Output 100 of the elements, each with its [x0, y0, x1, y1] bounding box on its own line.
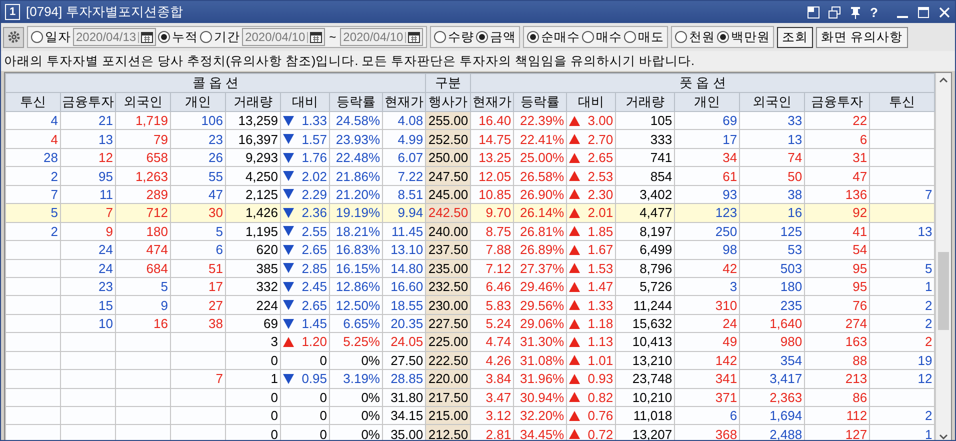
- table-cell: 1,719: [116, 112, 170, 130]
- radio-option[interactable]: 천원: [675, 28, 716, 46]
- radio-option[interactable]: 수량: [434, 28, 474, 46]
- pin-icon[interactable]: [849, 6, 862, 18]
- table-cell: 27.37%: [514, 259, 567, 278]
- change-value: 2.85: [302, 260, 327, 277]
- strike-price-cell: 212.50: [426, 424, 471, 440]
- calendar-icon[interactable]: [138, 32, 154, 42]
- table-cell: 14.80: [382, 259, 426, 278]
- table-cell: 5: [116, 277, 170, 296]
- change-value: 2.53: [588, 168, 614, 185]
- table-cell: 0: [280, 406, 330, 425]
- table-cell: 24.58%: [330, 112, 382, 130]
- column-header[interactable]: 외국인: [740, 92, 805, 112]
- table-cell: 4: [6, 130, 60, 148]
- table-cell: 13: [740, 130, 805, 148]
- table-cell: 69: [674, 112, 740, 130]
- column-header[interactable]: 행사가: [426, 92, 471, 112]
- change-value: 1.45: [302, 315, 327, 332]
- column-header[interactable]: 개인: [674, 92, 740, 112]
- table-cell: 980: [740, 332, 805, 352]
- table-cell: 5.25%: [330, 332, 382, 352]
- column-header[interactable]: 대비: [566, 92, 616, 112]
- maximize-icon[interactable]: [917, 6, 930, 18]
- column-header[interactable]: 투신: [870, 92, 935, 112]
- table-cell: 95: [804, 277, 870, 296]
- strike-price-cell: 227.50: [426, 314, 471, 333]
- table-cell: 7: [870, 185, 935, 204]
- table-cell: 385: [226, 259, 280, 278]
- table-cell: 5: [170, 222, 226, 241]
- group-header: 풋 옵 션: [470, 74, 935, 92]
- settings-button[interactable]: [3, 26, 24, 48]
- table-cell: 12: [870, 370, 935, 388]
- date-field[interactable]: 2020/04/10: [242, 28, 326, 46]
- scroll-up-icon[interactable]: [939, 77, 948, 83]
- table-cell: 12.50%: [330, 296, 382, 314]
- table-cell: 12.86%: [330, 277, 382, 296]
- table-cell: 354: [740, 351, 805, 370]
- column-header[interactable]: 투신: [6, 92, 60, 112]
- table-cell: 368: [674, 424, 740, 440]
- table-cell: 11,018: [616, 406, 675, 425]
- table-cell: 4.99: [382, 130, 426, 148]
- table-cell: 9.70: [470, 204, 514, 222]
- column-header[interactable]: 현재가: [470, 92, 514, 112]
- table-cell: 22.41%: [514, 130, 567, 148]
- column-header[interactable]: 대비: [280, 92, 330, 112]
- table-cell: 1: [870, 277, 935, 296]
- calendar-icon[interactable]: [307, 32, 322, 42]
- table-cell: 31.96%: [514, 370, 567, 388]
- strike-price-cell: 252.50: [426, 130, 471, 148]
- help-button[interactable]: ?: [870, 4, 878, 20]
- table-cell: 6.46: [470, 277, 514, 296]
- table-cell: 33: [740, 112, 805, 130]
- radio-option[interactable]: 기간: [200, 28, 240, 46]
- table-cell: 31: [804, 148, 870, 167]
- toolbar-button[interactable]: 조회: [777, 26, 814, 48]
- column-header[interactable]: 거래량: [616, 92, 675, 112]
- calendar-icon[interactable]: [405, 32, 420, 42]
- radio-option[interactable]: 금액: [476, 28, 516, 46]
- table-cell: 29.46%: [514, 277, 567, 296]
- column-header[interactable]: 등락률: [330, 92, 382, 112]
- column-header[interactable]: 현재가: [382, 92, 426, 112]
- table-cell: 3.12: [470, 406, 514, 425]
- table-cell: 503: [740, 259, 805, 278]
- scrollbar-thumb[interactable]: [938, 252, 949, 330]
- column-header[interactable]: 외국인: [116, 92, 170, 112]
- layout-icon[interactable]: [807, 6, 820, 18]
- column-header[interactable]: 개인: [170, 92, 226, 112]
- column-header[interactable]: 거래량: [226, 92, 280, 112]
- table-cell: 42: [674, 259, 740, 278]
- windows-icon[interactable]: [828, 6, 842, 18]
- table-cell: 6: [804, 130, 870, 148]
- radio-option[interactable]: 순매수: [527, 28, 580, 46]
- column-header[interactable]: 금융투자: [60, 92, 116, 112]
- radio-option[interactable]: 백만원: [717, 28, 770, 46]
- close-icon[interactable]: [938, 6, 951, 18]
- column-header[interactable]: 등락률: [514, 92, 567, 112]
- date-field[interactable]: 2020/04/13: [73, 28, 156, 46]
- table-cell: 125: [740, 222, 805, 241]
- strike-price-cell: 245.00: [426, 185, 471, 204]
- table-cell: 24.05: [382, 332, 426, 352]
- table-cell: 13.25: [470, 148, 514, 167]
- change-value: 1.01: [588, 352, 614, 369]
- scrollbar[interactable]: [935, 73, 951, 440]
- radio-option[interactable]: 일자: [31, 28, 71, 46]
- toolbar-button[interactable]: 화면 유의사항: [816, 26, 908, 48]
- strike-price-cell: 232.50: [426, 277, 471, 296]
- radio-option[interactable]: 누적: [158, 28, 198, 46]
- table-cell: 86: [804, 388, 870, 406]
- date-field[interactable]: 2020/04/10: [340, 28, 424, 46]
- table-cell: 12.05: [470, 166, 514, 186]
- table-cell: 310: [674, 296, 740, 314]
- table-cell: 31.08%: [514, 351, 567, 370]
- table-cell: 23.93%: [330, 130, 382, 148]
- radio-option[interactable]: 매수: [582, 28, 622, 46]
- radio-option[interactable]: 매도: [624, 28, 664, 46]
- scroll-down-icon[interactable]: [939, 434, 948, 440]
- column-header[interactable]: 금융투자: [804, 92, 870, 112]
- table-cell: 14.75: [470, 130, 514, 148]
- table-cell: 22: [804, 112, 870, 130]
